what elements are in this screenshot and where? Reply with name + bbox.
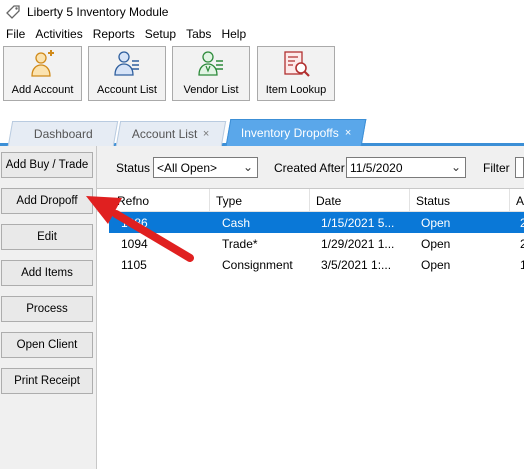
item-lookup-label: Item Lookup [265,84,327,96]
tab-dashboard-label: Dashboard [33,127,93,141]
cell-a: 2 [520,236,524,251]
account-list-icon [114,51,139,76]
cell-date: 1/15/2021 5... [321,215,395,230]
column-header-a[interactable]: A [510,189,524,212]
cell-date: 3/5/2021 1:... [321,257,392,272]
menu-help[interactable]: Help [216,27,251,41]
menu-tabs[interactable]: Tabs [181,27,216,41]
item-lookup-icon [284,51,310,77]
cell-status: Open [421,257,451,272]
toolbar: Add Account Account List Vendor List Ite… [0,43,524,106]
tab-account-list[interactable]: Account List × [115,121,227,146]
tab-inventory-dropoffs-label: Inventory Dropoffs [240,126,339,140]
menu-file[interactable]: File [0,27,30,41]
row-indicator [97,212,109,233]
dropoffs-grid: Refno Type Date Status A 1086 Cash 1/15/… [97,188,524,469]
tab-inventory-dropoffs[interactable]: Inventory Dropoffs × [225,119,367,146]
add-account-button[interactable]: Add Account [3,46,82,101]
table-row[interactable]: 1086 Cash 1/15/2021 5... Open 2 [97,212,524,233]
created-after-date-picker[interactable]: 11/5/2020 ⌄ [346,157,466,178]
app-logo-icon [6,5,20,19]
filter-label: Filter [483,161,510,175]
process-button[interactable]: Process [1,296,93,322]
vendor-list-icon [198,51,223,76]
cell-a: 1 [520,257,524,272]
tab-dashboard[interactable]: Dashboard [7,121,119,146]
add-items-button[interactable]: Add Items [1,260,93,286]
add-account-label: Add Account [11,84,74,96]
filter-input[interactable] [515,157,524,178]
column-header-date[interactable]: Date [310,189,410,212]
table-row[interactable]: 1094 Trade* 1/29/2021 1... Open 2 [97,233,524,254]
chevron-down-icon: ⌄ [242,160,253,174]
cell-status: Open [421,215,451,230]
column-header-refno[interactable]: Refno [111,189,210,212]
tab-account-list-label: Account List [132,127,198,141]
close-icon[interactable]: × [203,128,209,140]
open-client-button[interactable]: Open Client [1,332,93,358]
cell-type: Cash [222,215,251,230]
cell-refno: 1094 [121,236,148,251]
edit-button[interactable]: Edit [1,224,93,250]
add-buy-trade-button[interactable]: Add Buy / Trade [1,152,93,178]
status-label: Status [116,161,151,175]
menu-setup[interactable]: Setup [140,27,181,41]
tab-strip: Dashboard Account List × Inventory Dropo… [0,118,524,146]
created-after-label: Created After [274,161,345,175]
cell-status: Open [421,236,451,251]
add-dropoff-button[interactable]: Add Dropoff [1,188,93,214]
chevron-down-icon: ⌄ [450,160,461,174]
window-title: Liberty 5 Inventory Module [27,5,169,19]
cell-date: 1/29/2021 1... [321,236,395,251]
grid-header: Refno Type Date Status A [97,189,524,212]
item-lookup-button[interactable]: Item Lookup [257,46,335,101]
cell-refno: 1086 [121,215,148,230]
close-icon[interactable]: × [345,127,351,139]
action-sidebar: Add Buy / Trade Add Dropoff Edit Add Ite… [0,146,97,469]
account-list-button[interactable]: Account List [88,46,166,101]
status-select[interactable]: <All Open> ⌄ [153,157,258,178]
add-account-icon [30,50,54,77]
vendor-list-label: Vendor List [183,84,239,96]
cell-a: 2 [520,215,524,230]
created-after-value: 11/5/2020 [350,160,403,175]
cell-refno: 1105 [121,257,147,272]
account-list-label: Account List [97,84,157,96]
table-row[interactable]: 1105 Consignment 3/5/2021 1:... Open 1 [97,254,524,275]
menu-bar: File Activities Reports Setup Tabs Help [0,24,524,43]
column-header-type[interactable]: Type [210,189,310,212]
cell-type: Trade* [222,236,258,251]
column-header-status[interactable]: Status [410,189,510,212]
status-select-value: <All Open> [157,160,218,175]
title-bar: Liberty 5 Inventory Module [0,0,524,24]
print-receipt-button[interactable]: Print Receipt [1,368,93,394]
cell-type: Consignment [222,257,293,272]
filter-bar: Status <All Open> ⌄ Created After 11/5/2… [97,146,524,188]
menu-reports[interactable]: Reports [88,27,140,41]
menu-activities[interactable]: Activities [30,27,87,41]
vendor-list-button[interactable]: Vendor List [172,46,250,101]
